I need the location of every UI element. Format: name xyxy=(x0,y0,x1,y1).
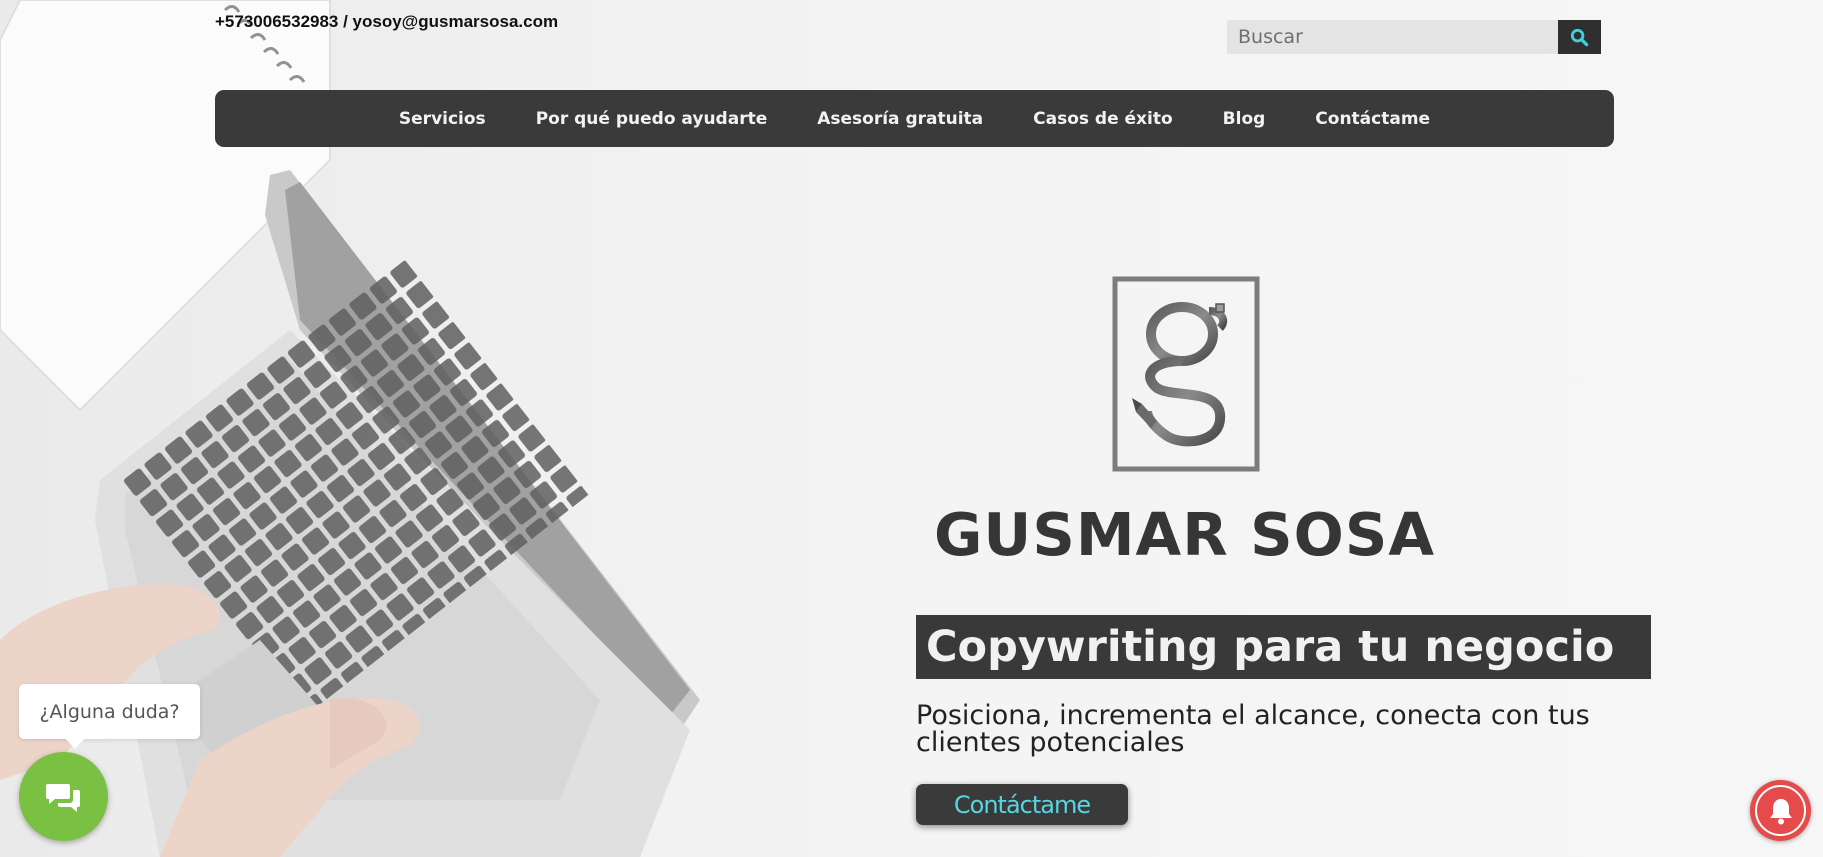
chat-widget-button[interactable] xyxy=(19,752,108,841)
notification-bell-button[interactable] xyxy=(1750,780,1811,841)
contact-cta-button[interactable]: Contáctame xyxy=(916,784,1128,825)
nav-item-contactame[interactable]: Contáctame xyxy=(1315,109,1430,129)
notification-bell-ring xyxy=(1755,785,1806,836)
nav-item-casos-de-exito[interactable]: Casos de éxito xyxy=(1033,109,1173,129)
search-button[interactable] xyxy=(1558,20,1601,54)
chat-tooltip-tail xyxy=(65,738,85,749)
search-form xyxy=(1227,20,1601,54)
chat-tooltip-text: ¿Alguna duda? xyxy=(39,700,180,723)
chat-bubbles-icon xyxy=(45,783,80,812)
nav-item-servicios[interactable]: Servicios xyxy=(399,109,486,129)
chat-tooltip[interactable]: ¿Alguna duda? xyxy=(19,684,200,749)
brand-name: GUSMAR SOSA xyxy=(934,500,1435,569)
subheadline: Posiciona, incrementa el alcance, conect… xyxy=(916,700,1590,758)
main-nav: Servicios Por qué puedo ayudarte Asesorí… xyxy=(215,90,1614,147)
cta-label: Contáctame xyxy=(953,790,1091,819)
search-input[interactable] xyxy=(1227,20,1558,54)
nav-item-asesoria-gratuita[interactable]: Asesoría gratuita xyxy=(817,109,983,129)
nav-item-blog[interactable]: Blog xyxy=(1223,109,1266,129)
headline-box: Copywriting para tu negocio xyxy=(916,615,1651,679)
nav-item-por-que-puedo-ayudarte[interactable]: Por qué puedo ayudarte xyxy=(536,109,768,129)
search-icon xyxy=(1570,28,1589,46)
headline: Copywriting para tu negocio xyxy=(926,622,1615,672)
gs-monogram-logo xyxy=(1112,276,1260,472)
bell-icon xyxy=(1769,798,1792,824)
contact-info: +573006532983 / yosoy@gusmarsosa.com xyxy=(215,12,559,31)
